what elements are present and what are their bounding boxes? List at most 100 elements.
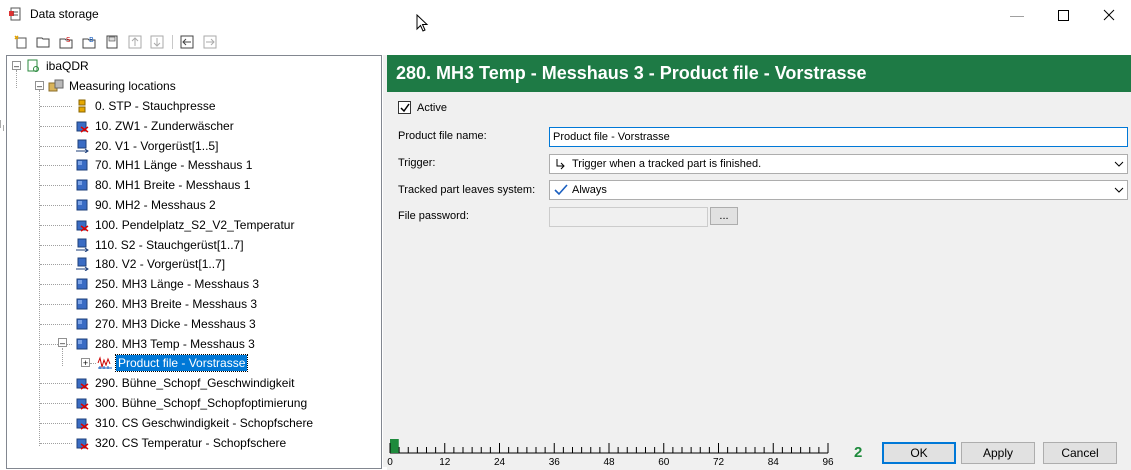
tree-item-location[interactable]: 320. CS Temperatur - Schopfschere (74, 434, 288, 452)
minimize-button[interactable]: — (994, 0, 1040, 30)
arrow-down-icon (150, 35, 164, 49)
save-button[interactable] (103, 33, 121, 51)
active-checkbox[interactable] (398, 101, 411, 114)
ruler-tick-label: 12 (439, 457, 451, 468)
collapse-280-toggle[interactable]: – (58, 338, 67, 348)
trigger-dropdown-arrow[interactable] (1109, 155, 1127, 173)
data-storage-app-icon (9, 7, 21, 21)
password-browse-button[interactable]: ... (710, 207, 738, 225)
tree-group-measuring-locations[interactable]: Measuring locations (48, 77, 178, 95)
file-password-input[interactable] (549, 207, 708, 227)
tree-item-location[interactable]: 280. MH3 Temp - Messhaus 3 (74, 335, 257, 353)
b-folder-icon: B (82, 36, 96, 49)
storage-tree[interactable]: – ibaQDR – Measuring locations 0. STP - … (6, 55, 382, 469)
tree-item-location[interactable]: 80. MH1 Breite - Messhaus 1 (74, 176, 252, 194)
collapse-group-toggle[interactable]: – (35, 81, 44, 91)
tree-item-location[interactable]: 20. V1 - Vorgerüst[1..5] (74, 137, 220, 155)
checkmark-icon (399, 103, 410, 112)
tree-item-location[interactable]: 10. ZW1 - Zunderwäscher (74, 117, 236, 135)
stand-location-icon (74, 237, 90, 253)
arrow-up-icon (128, 35, 142, 49)
measuring-locations-icon (48, 78, 64, 94)
tracked-part-value: Always (572, 184, 607, 196)
window-title: Data storage (30, 7, 99, 21)
tree-item-label: 280. MH3 Temp - Messhaus 3 (95, 336, 255, 351)
ruler-tick-label: 24 (494, 457, 506, 468)
tree-item-location[interactable]: 300. Bühne_Schopf_Schopfoptimierung (74, 394, 309, 412)
s-folder-icon: S (59, 36, 73, 49)
location-icon (74, 316, 90, 332)
move-up-button[interactable] (126, 33, 144, 51)
product-file-name-value: Product file - Vorstrasse (553, 131, 670, 143)
tree-root[interactable]: ibaQDR (25, 57, 91, 75)
add-s-folder-button[interactable]: S (57, 33, 75, 51)
trigger-dropdown[interactable]: Trigger when a tracked part is finished. (549, 154, 1128, 174)
cancel-button[interactable]: Cancel (1043, 442, 1117, 464)
item-count: 2 (854, 444, 863, 461)
maximize-icon (1057, 9, 1069, 21)
tree-item-location[interactable]: 260. MH3 Breite - Messhaus 3 (74, 295, 259, 313)
maximize-button[interactable] (1040, 0, 1086, 30)
tree-item-location[interactable]: 250. MH3 Länge - Messhaus 3 (74, 275, 261, 293)
product-file-icon (97, 355, 113, 371)
tree-item-label: 270. MH3 Dicke - Messhaus 3 (95, 316, 256, 331)
tree-item-location[interactable]: 290. Bühne_Schopf_Geschwindigkeit (74, 374, 296, 392)
tree-item-label: 260. MH3 Breite - Messhaus 3 (95, 297, 258, 311)
ruler-fill-bar (390, 439, 399, 453)
svg-text:B: B (89, 36, 94, 44)
tree-item-location[interactable]: 310. CS Geschwindigkeit - Schopfschere (74, 414, 315, 432)
fill-level-ruler: 0 12 24 36 48 60 72 84 96 (387, 439, 834, 468)
move-right-button[interactable] (201, 33, 219, 51)
ruler-tick-label: 96 (822, 457, 834, 468)
title-bar: Data storage — (0, 0, 1131, 32)
product-file-name-input[interactable]: Product file - Vorstrasse (549, 127, 1128, 147)
tracked-part-dropdown[interactable]: Always (549, 180, 1128, 200)
tracked-part-label: Tracked part leaves system: (398, 184, 536, 196)
ruler-tick-label: 36 (549, 457, 561, 468)
add-b-folder-button[interactable]: B (80, 33, 98, 51)
disabled-location-icon (74, 415, 90, 431)
gutter-mark (0, 120, 1, 128)
ok-button[interactable]: OK (882, 442, 956, 464)
bottom-bar: 0 12 24 36 48 60 72 84 96 2 OK Apply Cancel (387, 435, 1131, 470)
close-button[interactable] (1086, 0, 1131, 30)
toolbar: S B (0, 30, 384, 54)
tree-item-location[interactable]: 90. MH2 - Messhaus 2 (74, 196, 218, 214)
tree-item-product-file[interactable]: Product file - Vorstrasse (97, 354, 249, 373)
open-folder-button[interactable] (34, 33, 52, 51)
move-left-button[interactable] (178, 33, 196, 51)
tree-item-location[interactable]: 110. S2 - Stauchgerüst[1..7] (74, 236, 246, 254)
tree-item-label: 310. CS Geschwindigkeit - Schopfschere (95, 415, 314, 430)
expand-product-file-toggle[interactable]: + (81, 358, 90, 368)
gutter-mark (3, 125, 4, 131)
tracked-part-dropdown-arrow[interactable] (1109, 181, 1127, 199)
new-item-button[interactable] (12, 33, 30, 51)
disabled-location-icon (74, 118, 90, 134)
file-password-label: File password: (398, 210, 469, 222)
stp-icon (74, 98, 90, 114)
tree-item-location[interactable]: 0. STP - Stauchpresse (74, 97, 218, 115)
trigger-value: Trigger when a tracked part is finished. (572, 158, 762, 170)
tree-item-label: 290. Bühne_Schopf_Geschwindigkeit (95, 376, 295, 391)
tree-item-location[interactable]: 270. MH3 Dicke - Messhaus 3 (74, 315, 258, 333)
properties-panel: 280. MH3 Temp - Messhaus 3 - Product fil… (387, 55, 1131, 435)
tree-item-label: 70. MH1 Länge - Messhaus 1 (95, 158, 253, 173)
location-icon (74, 296, 90, 312)
apply-button[interactable]: Apply (961, 442, 1035, 464)
location-icon (74, 177, 90, 193)
location-icon (74, 197, 90, 213)
ruler-tick-label: 84 (768, 457, 780, 468)
tree-item-location[interactable]: 180. V2 - Vorgerüst[1..7] (74, 255, 227, 273)
disabled-location-icon (74, 395, 90, 411)
tree-item-label: 0. STP - Stauchpresse (95, 99, 216, 113)
arrow-left-icon (180, 35, 194, 49)
qdr-root-icon (25, 58, 41, 74)
move-down-button[interactable] (148, 33, 166, 51)
tree-item-label: 80. MH1 Breite - Messhaus 1 (95, 178, 251, 193)
tree-item-location[interactable]: 100. Pendelplatz_S2_V2_Temperatur (74, 216, 296, 234)
collapse-root-toggle[interactable]: – (12, 61, 21, 71)
tree-item-location[interactable]: 70. MH1 Länge - Messhaus 1 (74, 156, 254, 174)
tree-root-label: ibaQDR (46, 59, 89, 73)
disabled-location-icon (74, 217, 90, 233)
active-checkbox-row[interactable]: Active (398, 101, 447, 114)
